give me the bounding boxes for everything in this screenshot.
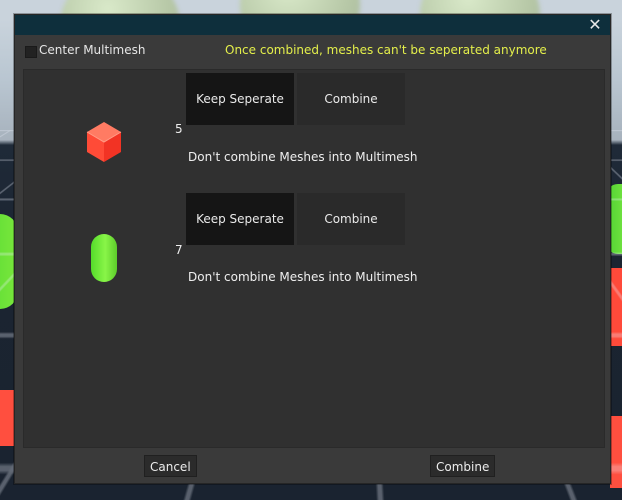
center-multimesh-checkbox[interactable] [25,46,37,58]
mesh-count: 5 [175,122,183,136]
keep-separate-button[interactable]: Keep Seperate [186,193,294,245]
mesh-item: 7 Keep Seperate Combine Don't combine Me… [24,190,604,300]
red-cube-icon [74,112,134,172]
item-description: Don't combine Meshes into Multimesh [188,270,418,284]
mesh-count: 7 [175,243,183,257]
options-row: Center Multimesh Once combined, meshes c… [15,39,610,63]
close-icon[interactable]: ✕ [586,16,604,34]
mesh-list: 5 Keep Seperate Combine Don't combine Me… [23,69,605,448]
item-description: Don't combine Meshes into Multimesh [188,150,418,164]
combine-button[interactable]: Combine [430,455,495,477]
center-multimesh-label[interactable]: Center Multimesh [39,43,145,57]
dialog-titlebar: ✕ [15,15,610,35]
background-red-shape [0,390,14,446]
combine-meshes-dialog: ✕ Center Multimesh Once combined, meshes… [14,14,611,484]
keep-separate-button[interactable]: Keep Seperate [186,73,294,125]
cancel-button[interactable]: Cancel [144,455,197,477]
warning-text: Once combined, meshes can't be seperated… [225,43,547,57]
green-capsule-icon [74,230,134,290]
combine-option-button[interactable]: Combine [297,193,405,245]
mesh-item: 5 Keep Seperate Combine Don't combine Me… [24,70,604,180]
background-red-shape [610,416,622,488]
combine-option-button[interactable]: Combine [297,73,405,125]
